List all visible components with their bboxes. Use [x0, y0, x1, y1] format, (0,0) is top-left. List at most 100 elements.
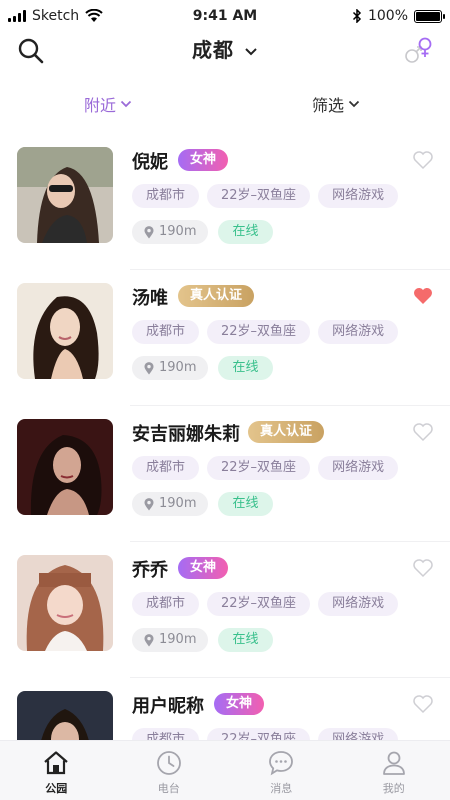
status-row: 190m 在线: [132, 492, 273, 516]
distance-tag: 190m: [132, 356, 209, 380]
user-name: 倪妮: [132, 152, 168, 173]
age-tag: 22岁–双鱼座: [207, 728, 311, 740]
city-tag: 成都市: [132, 320, 200, 344]
hobby-tag: 网络游戏: [318, 592, 399, 616]
distance-tag: 190m: [132, 492, 209, 516]
filter-row: 附近 筛选: [0, 86, 450, 120]
user-card[interactable]: 用户昵称 女神 成都市 22岁–双鱼座 网络游戏: [0, 678, 450, 740]
online-tag: 在线: [218, 492, 273, 516]
online-tag: 在线: [218, 628, 273, 652]
chevron-down-icon: [245, 47, 257, 55]
user-name: 乔乔: [132, 560, 168, 581]
tab-label: 公园: [45, 782, 68, 795]
chevron-down-icon: [348, 100, 360, 108]
person-icon: [382, 751, 405, 775]
user-card[interactable]: 安吉丽娜朱莉 真人认证 成都市 22岁–双鱼座 网络游戏 190m 在线: [0, 406, 450, 542]
chat-bubble-icon: [269, 751, 294, 776]
filter-screen[interactable]: 筛选: [312, 92, 360, 116]
wifi-icon: [85, 9, 103, 22]
status-badge: 真人认证: [248, 421, 325, 443]
online-tag: 在线: [218, 356, 273, 380]
filter-nearby-label: 附近: [84, 96, 117, 115]
user-list: 倪妮 女神 成都市 22岁–双鱼座 网络游戏 190m 在线 汤唯 真人认证 成…: [0, 134, 450, 740]
heart-outline-icon[interactable]: [412, 422, 434, 442]
tag-row: 成都市 22岁–双鱼座 网络游戏: [132, 456, 399, 480]
status-time: 9:41 AM: [192, 8, 258, 24]
hobby-tag: 网络游戏: [318, 728, 399, 740]
status-row: 190m 在线: [132, 220, 273, 244]
tab-radio[interactable]: 电台: [113, 741, 226, 800]
status-right: 100%: [292, 8, 445, 24]
location-pin-icon: [144, 361, 154, 374]
heart-outline-icon[interactable]: [412, 694, 434, 714]
nav-bar: 成都: [0, 32, 450, 72]
user-name: 安吉丽娜朱莉: [132, 424, 240, 445]
city-tag: 成都市: [132, 184, 200, 208]
age-tag: 22岁–双鱼座: [207, 592, 311, 616]
filter-nearby[interactable]: 附近: [84, 92, 132, 116]
distance-value: 190m: [159, 632, 197, 647]
tag-row: 成都市 22岁–双鱼座 网络游戏: [132, 728, 399, 740]
city-title: 成都: [192, 38, 235, 62]
tab-profile[interactable]: 我的: [338, 741, 450, 800]
carrier-label: Sketch: [32, 8, 80, 24]
city-selector[interactable]: 成都: [0, 34, 450, 63]
status-left: Sketch: [8, 8, 158, 24]
heart-outline-icon[interactable]: [412, 150, 434, 170]
tab-label: 电台: [157, 782, 180, 795]
distance-tag: 190m: [132, 628, 209, 652]
tab-bar: 公园 电台 消息 我的: [0, 740, 450, 800]
battery-icon: [414, 9, 445, 23]
tab-messages[interactable]: 消息: [225, 741, 338, 800]
avatar[interactable]: [17, 147, 113, 243]
status-badge: 女神: [214, 693, 265, 715]
location-pin-icon: [144, 633, 154, 646]
status-badge: 女神: [178, 149, 229, 171]
distance-value: 190m: [159, 360, 197, 375]
age-tag: 22岁–双鱼座: [207, 184, 311, 208]
status-row: 190m 在线: [132, 356, 273, 380]
park-home-icon: [44, 751, 68, 775]
heart-outline-icon[interactable]: [412, 558, 434, 578]
status-badge: 女神: [178, 557, 229, 579]
hobby-tag: 网络游戏: [318, 456, 399, 480]
status-row: 190m 在线: [132, 628, 273, 652]
distance-value: 190m: [159, 496, 197, 511]
gender-icon[interactable]: [402, 34, 436, 68]
tab-park[interactable]: 公园: [0, 741, 113, 800]
tab-label: 我的: [382, 782, 405, 795]
location-pin-icon: [144, 497, 154, 510]
bluetooth-icon: [352, 9, 362, 23]
distance-value: 190m: [159, 224, 197, 239]
clock-icon: [156, 751, 181, 775]
hobby-tag: 网络游戏: [318, 320, 399, 344]
age-tag: 22岁–双鱼座: [207, 456, 311, 480]
online-tag: 在线: [218, 220, 273, 244]
distance-tag: 190m: [132, 220, 209, 244]
avatar[interactable]: [17, 419, 113, 515]
hobby-tag: 网络游戏: [318, 184, 399, 208]
signal-icon: [8, 10, 26, 22]
user-name: 用户昵称: [132, 696, 204, 717]
heart-filled-icon[interactable]: [412, 286, 434, 306]
tag-row: 成都市 22岁–双鱼座 网络游戏: [132, 320, 399, 344]
city-tag: 成都市: [132, 728, 200, 740]
avatar[interactable]: [17, 283, 113, 379]
battery-percent: 100%: [367, 8, 408, 24]
city-tag: 成都市: [132, 592, 200, 616]
location-pin-icon: [144, 225, 154, 238]
tag-row: 成都市 22岁–双鱼座 网络游戏: [132, 184, 399, 208]
user-card[interactable]: 乔乔 女神 成都市 22岁–双鱼座 网络游戏 190m 在线: [0, 542, 450, 678]
avatar[interactable]: [17, 691, 113, 740]
user-card[interactable]: 汤唯 真人认证 成都市 22岁–双鱼座 网络游戏 190m 在线: [0, 270, 450, 406]
user-card[interactable]: 倪妮 女神 成都市 22岁–双鱼座 网络游戏 190m 在线: [0, 134, 450, 270]
tag-row: 成都市 22岁–双鱼座 网络游戏: [132, 592, 399, 616]
age-tag: 22岁–双鱼座: [207, 320, 311, 344]
city-tag: 成都市: [132, 456, 200, 480]
status-badge: 真人认证: [178, 285, 255, 307]
tab-label: 消息: [270, 782, 293, 795]
avatar[interactable]: [17, 555, 113, 651]
user-name: 汤唯: [132, 288, 168, 309]
status-bar: Sketch 9:41 AM 100%: [0, 0, 450, 32]
filter-screen-label: 筛选: [312, 96, 345, 115]
